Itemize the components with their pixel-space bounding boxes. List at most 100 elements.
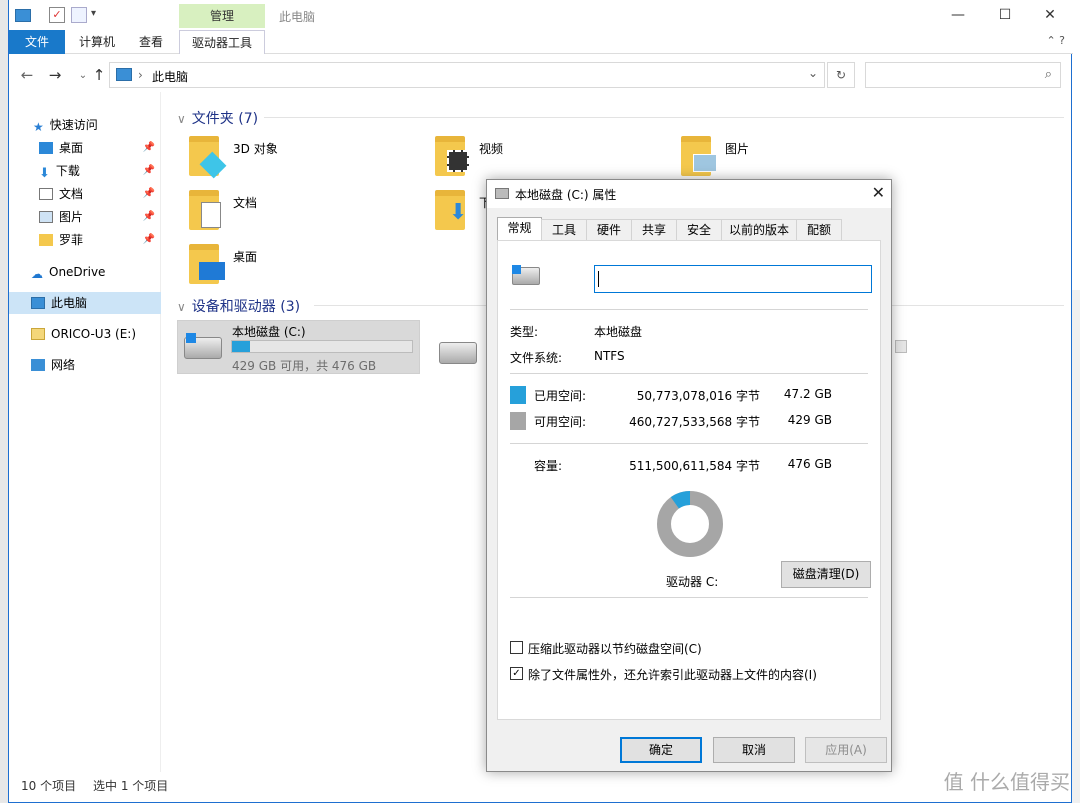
ok-button[interactable]: 确定 (620, 737, 702, 763)
free-space-swatch (510, 412, 526, 430)
folder-item-3d-objects[interactable]: 3D 对象 (189, 136, 339, 184)
drive-icon (495, 188, 509, 199)
drive-icon (439, 342, 477, 364)
tab-file[interactable]: 文件 (9, 30, 65, 54)
folder-item-desktop[interactable]: 桌面 (189, 244, 339, 292)
tab-tools[interactable]: 工具 (541, 219, 587, 241)
drive-name: 本地磁盘 (C:) (232, 325, 306, 339)
divider (510, 309, 868, 310)
disk-cleanup-button[interactable]: 磁盘清理(D) (781, 561, 871, 588)
pc-icon (31, 297, 45, 309)
address-row: ← → ⌄ ↑ › 此电脑 ⌄ ↻ ⌕ (9, 58, 1073, 92)
ribbon-help-icon[interactable]: ⌃ ? (1046, 34, 1065, 47)
maximize-button[interactable]: ☐ (982, 0, 1028, 30)
folder-name: 3D 对象 (233, 142, 278, 156)
type-value: 本地磁盘 (594, 325, 643, 339)
disk-usage-donut (657, 491, 723, 557)
drive-space-info: 429 GB 可用，共 476 GB (232, 359, 377, 373)
compress-checkbox[interactable] (510, 641, 523, 654)
nav-item-label: 下载 (55, 164, 80, 178)
nav-item-label: 此电脑 (51, 296, 88, 310)
free-space-bytes: 460,727,533,568 字节 (629, 415, 760, 429)
nav-item-label: 网络 (51, 358, 76, 372)
tab-drive-tools[interactable]: 驱动器工具 (179, 30, 266, 54)
group-header-drives[interactable]: ∨ 设备和驱动器 (3) (177, 296, 300, 316)
film-icon (447, 150, 469, 172)
pin-icon: 📌 (142, 165, 155, 176)
nav-item-downloads[interactable]: ⬇ 下载 📌 (9, 160, 161, 182)
status-bar: 10 个项目 选中 1 个项目 (9, 772, 1073, 802)
nav-item-documents[interactable]: 文档 📌 (9, 183, 161, 205)
drive-item-c[interactable]: 本地磁盘 (C:) 429 GB 可用，共 476 GB (177, 320, 420, 374)
general-tab-panel: 类型: 本地磁盘 文件系统: NTFS 已用空间: 50,773,078,016… (497, 240, 881, 720)
chevron-down-icon: ∨ (177, 300, 186, 314)
search-input[interactable]: ⌕ (865, 62, 1061, 88)
tab-previous-versions[interactable]: 以前的版本 (721, 219, 797, 241)
volume-label-input[interactable] (594, 265, 872, 293)
type-label: 类型: (510, 325, 539, 339)
tab-sharing[interactable]: 共享 (631, 219, 677, 241)
refresh-button[interactable]: ↻ (827, 62, 855, 88)
group-header-folders[interactable]: ∨ 文件夹 (7) (177, 108, 258, 128)
index-checkbox[interactable]: ✓ (510, 667, 523, 680)
document-icon (201, 202, 221, 228)
nav-item-this-pc[interactable]: 此电脑 (9, 292, 161, 314)
dialog-title: 本地磁盘 (C:) 属性 (515, 188, 617, 202)
nav-item-label: 快速访问 (49, 118, 98, 132)
properties-icon[interactable]: ✓ (49, 7, 65, 23)
forward-button[interactable]: → (45, 66, 65, 84)
folder-item-videos[interactable]: 视频 (435, 136, 585, 184)
nav-item-luofei[interactable]: 罗菲 📌 (9, 229, 161, 251)
tab-view[interactable]: 查看 (125, 30, 177, 54)
tab-quota[interactable]: 配额 (796, 219, 842, 241)
tab-general[interactable]: 常规 (497, 217, 542, 241)
nav-item-quick-access[interactable]: ★ 快速访问 (9, 114, 161, 136)
dialog-close-button[interactable]: ✕ (872, 183, 885, 202)
address-path[interactable]: 此电脑 (152, 68, 188, 85)
folder-name: 视频 (479, 142, 504, 156)
nav-item-pictures[interactable]: 图片 📌 (9, 206, 161, 228)
properties-dialog: 本地磁盘 (C:) 属性 ✕ 常规 工具 硬件 共享 安全 以前的版本 配额 类… (486, 179, 892, 772)
dialog-title-bar: 本地磁盘 (C:) 属性 ✕ (487, 180, 891, 208)
compress-label[interactable]: 压缩此驱动器以节约磁盘空间(C) (528, 640, 702, 657)
nav-item-desktop[interactable]: 桌面 📌 (9, 137, 161, 159)
customize-quick-access-icon[interactable]: ▾ (91, 8, 96, 19)
folder-item-documents[interactable]: 文档 (189, 190, 339, 238)
folder-item-pictures[interactable]: 图片 (681, 136, 831, 184)
close-button[interactable]: ✕ (1027, 0, 1073, 30)
back-button[interactable]: ← (17, 66, 37, 84)
pc-icon (116, 68, 132, 81)
tab-computer[interactable]: 计算机 (65, 30, 129, 54)
tab-security[interactable]: 安全 (676, 219, 722, 241)
document-icon (39, 188, 53, 200)
capacity-gb: 476 GB (787, 457, 832, 471)
drive-usage-bar (231, 340, 413, 353)
donut-free-segment (657, 491, 723, 557)
nav-item-label: ORICO-U3 (E:) (51, 327, 137, 341)
navigation-pane: ★ 快速访问 桌面 📌 ⬇ 下载 📌 文档 📌 图片 📌 罗菲 📌 ☁ OneDrive 此电脑… (9, 92, 161, 772)
tab-hardware[interactable]: 硬件 (586, 219, 632, 241)
address-bar[interactable]: › 此电脑 ⌄ (109, 62, 825, 88)
drive-letter-label: 驱动器 C: (666, 575, 719, 589)
usb-drive-icon (31, 328, 45, 340)
new-folder-icon[interactable] (71, 7, 87, 23)
pin-icon: 📌 (142, 142, 155, 153)
used-space-label: 已用空间: (534, 389, 587, 403)
nav-item-label: 图片 (59, 210, 84, 224)
nav-item-orico[interactable]: ORICO-U3 (E:) (9, 323, 161, 345)
minimize-button[interactable]: — (935, 0, 981, 30)
title-bar: ✓ ▾ 管理 此电脑 — ☐ ✕ (9, 0, 1073, 32)
apply-button[interactable]: 应用(A) (805, 737, 887, 763)
folder-name: 文档 (233, 196, 258, 210)
nav-item-onedrive[interactable]: ☁ OneDrive (9, 261, 161, 283)
index-label[interactable]: 除了文件属性外，还允许索引此驱动器上文件的内容(I) (528, 666, 817, 683)
chevron-down-icon[interactable]: ⌄ (808, 66, 818, 80)
nav-item-network[interactable]: 网络 (9, 354, 161, 376)
up-button[interactable]: ↑ (89, 66, 109, 84)
drive-usage-bar (895, 340, 907, 353)
cancel-button[interactable]: 取消 (713, 737, 795, 763)
contextual-tab-header: 管理 (179, 4, 265, 28)
pc-icon[interactable] (15, 9, 31, 22)
group-title: 设备和驱动器 (3) (191, 299, 301, 315)
folder-icon (39, 234, 53, 246)
